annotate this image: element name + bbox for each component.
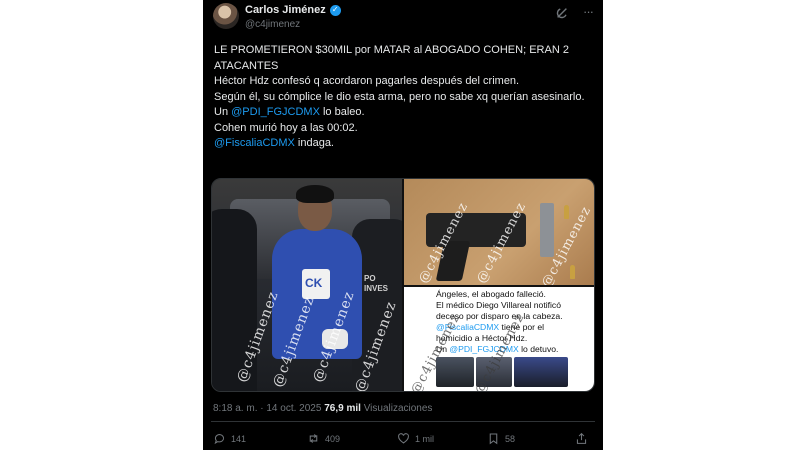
tweet-line: LE PROMETIERON $30MIL por MATAR al ABOGA… bbox=[214, 44, 569, 72]
action-bar: 141 409 1 mil 58 bbox=[213, 432, 593, 448]
bullet-shape bbox=[570, 265, 575, 279]
user-handle[interactable]: @c4jimenez bbox=[245, 19, 300, 30]
photo-weapon[interactable]: @c4jimenez @c4jimenez @c4jimenez bbox=[404, 179, 594, 285]
like-button[interactable]: 1 mil bbox=[397, 432, 434, 445]
police-text-line: PO bbox=[364, 274, 376, 283]
thumbnail bbox=[436, 357, 474, 387]
repost-icon bbox=[309, 434, 318, 443]
tweet-text-fragment: Un bbox=[214, 106, 232, 118]
police-text-line: INVES bbox=[364, 284, 389, 293]
screenshot-fragment: lo detuvo. bbox=[518, 344, 559, 354]
thumbnail bbox=[514, 357, 568, 387]
tweet-text: LE PROMETIERON $30MIL por MATAR al ABOGA… bbox=[214, 43, 594, 152]
tweet-card[interactable]: Carlos Jiménez ✓ @c4jimenez ··· LE PROME… bbox=[203, 0, 603, 450]
tweet-text-fragment: lo baleo. bbox=[319, 106, 365, 118]
tweet-text-fragment: indaga. bbox=[294, 137, 334, 149]
tweet-meta: 8:18 a. m. · 14 oct. 2025 76,9 mil Visua… bbox=[213, 403, 432, 414]
avatar[interactable] bbox=[213, 3, 239, 29]
meta-separator: · bbox=[260, 403, 264, 414]
photo-arrest[interactable]: PO INVES @c4jimenez @c4jimenez @c4jimene… bbox=[212, 179, 402, 391]
reply-count: 141 bbox=[231, 433, 247, 444]
bookmark-button[interactable]: 58 bbox=[487, 432, 515, 445]
repost-button[interactable]: 409 bbox=[307, 432, 340, 445]
tweet-line: Cohen murió hoy a las 00:02. bbox=[214, 121, 358, 134]
reply-button[interactable]: 141 bbox=[213, 432, 246, 445]
tweet-line: Según él, su cómplice le dio esta arma, … bbox=[214, 90, 585, 103]
suspect-hair bbox=[296, 185, 334, 203]
like-count: 1 mil bbox=[415, 433, 435, 444]
tweet-line: Héctor Hdz confesó q acordaron pagarles … bbox=[214, 75, 520, 87]
bookmark-count: 58 bbox=[505, 433, 516, 444]
display-name[interactable]: Carlos Jiménez bbox=[245, 4, 326, 16]
grok-icon[interactable] bbox=[555, 6, 569, 20]
tweet-date[interactable]: 14 oct. 2025 bbox=[266, 403, 321, 414]
divider bbox=[211, 421, 595, 422]
bullet-shape bbox=[564, 205, 569, 219]
share-icon bbox=[576, 432, 587, 444]
police-text: PO INVES bbox=[364, 274, 388, 294]
mention-link-pdi[interactable]: @PDI_FGJCDMX bbox=[231, 106, 320, 118]
more-icon[interactable]: ··· bbox=[583, 4, 594, 19]
verified-badge-icon: ✓ bbox=[329, 4, 341, 16]
share-button[interactable] bbox=[575, 432, 588, 445]
tweet-line: Un @PDI_FGJCDMX lo baleo. bbox=[214, 105, 594, 121]
repost-count: 409 bbox=[325, 433, 341, 444]
views-count: 76,9 mil bbox=[324, 403, 361, 414]
tweet-header: Carlos Jiménez ✓ @c4jimenez ··· bbox=[213, 3, 595, 35]
tweet-line: @FiscaliaCDMX indaga. bbox=[214, 136, 594, 152]
magazine-shape bbox=[540, 203, 554, 257]
photo-screenshot-text[interactable]: Ángeles, el abogado falleció. El médico … bbox=[404, 287, 594, 391]
screenshot-line: Ángeles, el abogado falleció. bbox=[436, 289, 546, 299]
heart-icon bbox=[398, 433, 409, 444]
media-grid[interactable]: PO INVES @c4jimenez @c4jimenez @c4jimene… bbox=[211, 178, 595, 392]
screenshot-line: El médico Diego Villareal notificó bbox=[436, 300, 561, 310]
bookmark-icon bbox=[489, 433, 498, 445]
views-label: Visualizaciones bbox=[363, 403, 433, 414]
mention-link-fiscalia[interactable]: @FiscaliaCDMX bbox=[214, 137, 295, 149]
reply-icon bbox=[214, 434, 225, 445]
tweet-time[interactable]: 8:18 a. m. bbox=[213, 403, 257, 414]
name-line: Carlos Jiménez ✓ bbox=[245, 4, 341, 16]
